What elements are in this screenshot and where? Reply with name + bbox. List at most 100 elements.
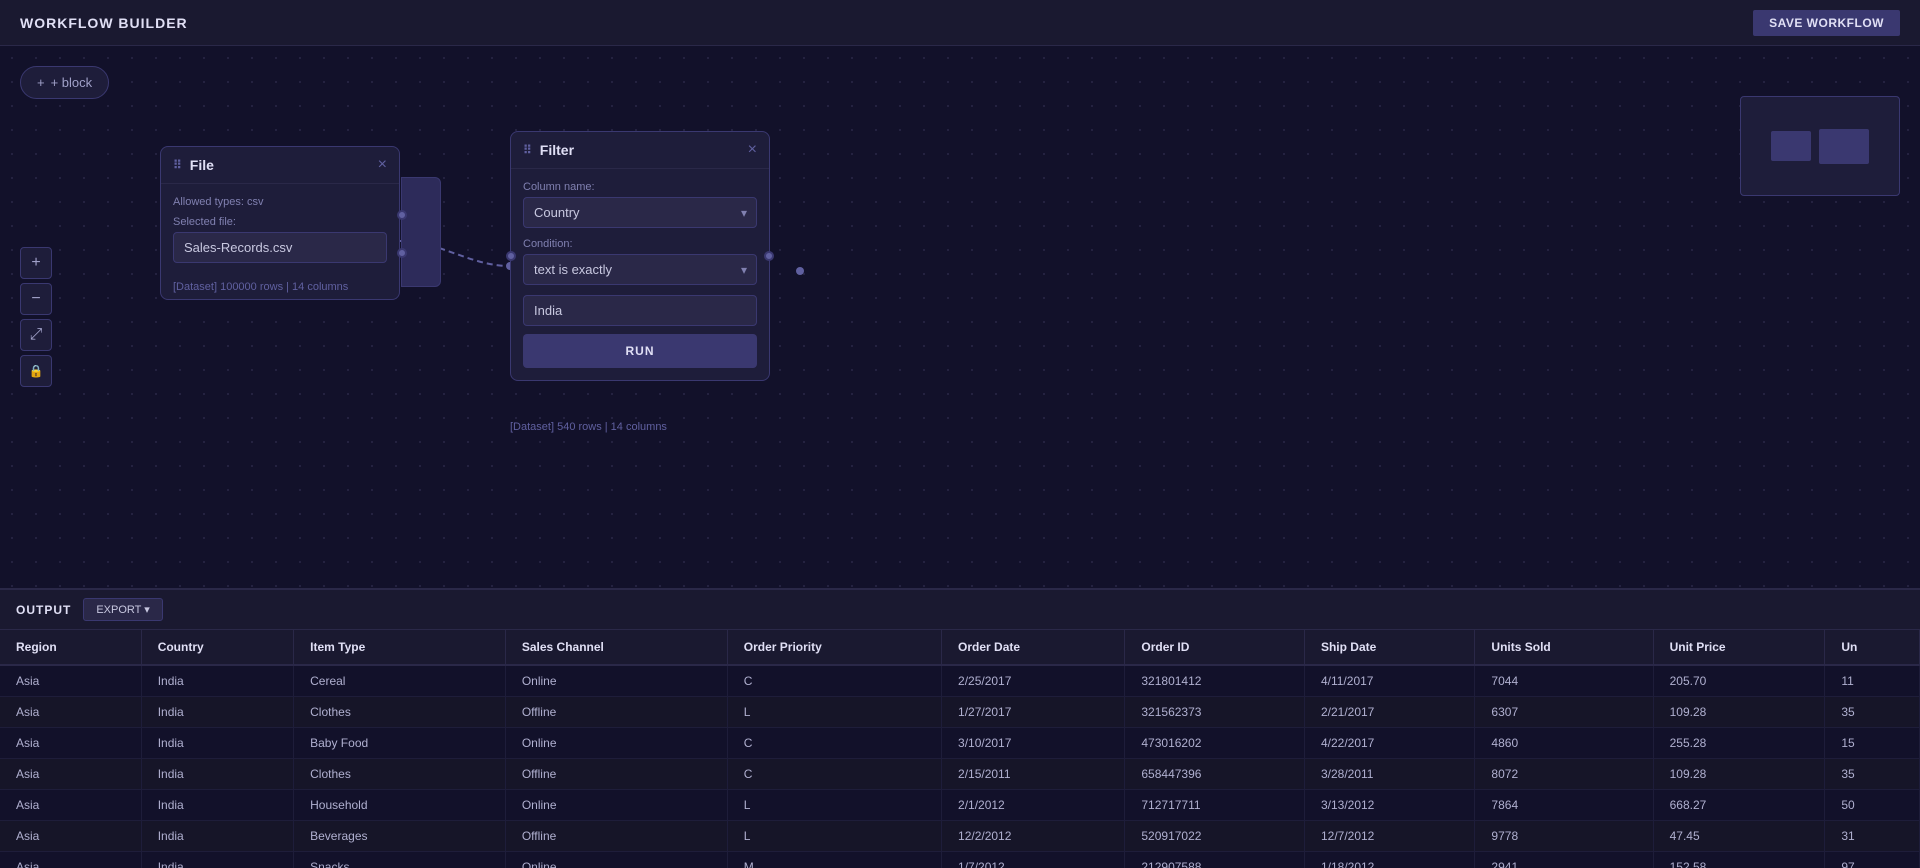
table-cell: 11 bbox=[1825, 665, 1920, 697]
run-button[interactable]: RUN bbox=[523, 334, 757, 368]
table-cell: 473016202 bbox=[1125, 728, 1305, 759]
table-header-cell: Order Date bbox=[942, 630, 1125, 665]
table-cell: Cereal bbox=[294, 665, 506, 697]
table-cell: 97 bbox=[1825, 852, 1920, 868]
table-row: AsiaIndiaClothesOfflineL1/27/20173215623… bbox=[0, 697, 1920, 728]
table-header-cell: Country bbox=[141, 630, 293, 665]
table-cell: 3/10/2017 bbox=[942, 728, 1125, 759]
table-row: AsiaIndiaBeveragesOfflineL12/2/201252091… bbox=[0, 821, 1920, 852]
table-cell: 212907588 bbox=[1125, 852, 1305, 868]
table-header-cell: Region bbox=[0, 630, 141, 665]
add-block-label: + block bbox=[51, 75, 93, 90]
filter-dataset-info: [Dataset] 540 rows | 14 columns bbox=[510, 421, 667, 433]
file-dataset-info: [Dataset] 100000 rows | 14 columns bbox=[173, 281, 348, 293]
table-cell: 47.45 bbox=[1653, 821, 1825, 852]
table-header-cell: Order Priority bbox=[727, 630, 941, 665]
table-cell: 9778 bbox=[1475, 821, 1653, 852]
file-allowed-types-label: Allowed types: csv bbox=[173, 196, 387, 208]
filter-column-label: Column name: bbox=[523, 181, 757, 193]
file-connector-block bbox=[401, 177, 441, 287]
table-cell: Asia bbox=[0, 852, 141, 868]
table-cell: India bbox=[141, 790, 293, 821]
zoom-controls: + − ⤢ 🔒 bbox=[20, 247, 52, 387]
table-cell: 255.28 bbox=[1653, 728, 1825, 759]
table-cell: India bbox=[141, 821, 293, 852]
data-table: RegionCountryItem TypeSales ChannelOrder… bbox=[0, 630, 1920, 868]
file-port-out-top bbox=[397, 210, 407, 220]
table-cell: Offline bbox=[505, 759, 727, 790]
filter-value-input[interactable] bbox=[523, 295, 757, 326]
minimap-file-block bbox=[1771, 131, 1811, 161]
drag-handle-icon: ⠿ bbox=[173, 158, 182, 172]
table-cell: Household bbox=[294, 790, 506, 821]
table-cell: 2/25/2017 bbox=[942, 665, 1125, 697]
canvas-area: + + block + − ⤢ 🔒 ⠿ File × Allowed types… bbox=[0, 46, 1920, 588]
file-selected-label: Selected file: bbox=[173, 216, 387, 228]
table-cell: 50 bbox=[1825, 790, 1920, 821]
table-cell: Clothes bbox=[294, 697, 506, 728]
table-cell: 4/22/2017 bbox=[1304, 728, 1474, 759]
export-label: EXPORT ▾ bbox=[96, 603, 149, 616]
table-cell: 35 bbox=[1825, 759, 1920, 790]
file-port-out-bottom bbox=[397, 248, 407, 258]
zoom-fit-button[interactable]: ⤢ bbox=[20, 319, 52, 351]
table-header-cell: Un bbox=[1825, 630, 1920, 665]
app-title: WORKFLOW BUILDER bbox=[20, 15, 188, 31]
table-cell: 1/27/2017 bbox=[942, 697, 1125, 728]
table-cell: Snacks bbox=[294, 852, 506, 868]
table-cell: L bbox=[727, 821, 941, 852]
table-cell: 7864 bbox=[1475, 790, 1653, 821]
table-header-cell: Ship Date bbox=[1304, 630, 1474, 665]
filter-node-close-button[interactable]: × bbox=[748, 142, 757, 158]
table-cell: Asia bbox=[0, 759, 141, 790]
filter-condition-label: Condition: bbox=[523, 238, 757, 250]
filter-column-select-wrapper: Country Region Item Type ▾ bbox=[523, 197, 757, 228]
table-cell: C bbox=[727, 665, 941, 697]
table-cell: 205.70 bbox=[1653, 665, 1825, 697]
table-cell: Asia bbox=[0, 821, 141, 852]
filter-condition-select-wrapper: text is exactly text contains text start… bbox=[523, 254, 757, 285]
table-cell: Online bbox=[505, 728, 727, 759]
zoom-lock-button[interactable]: 🔒 bbox=[20, 355, 52, 387]
table-row: AsiaIndiaClothesOfflineC2/15/20116584473… bbox=[0, 759, 1920, 790]
table-cell: 109.28 bbox=[1653, 697, 1825, 728]
table-cell: 12/2/2012 bbox=[942, 821, 1125, 852]
save-workflow-button[interactable]: SAVE WORKFLOW bbox=[1753, 10, 1900, 36]
data-table-wrapper[interactable]: RegionCountryItem TypeSales ChannelOrder… bbox=[0, 630, 1920, 868]
zoom-in-button[interactable]: + bbox=[20, 247, 52, 279]
plus-icon: + bbox=[37, 75, 45, 90]
table-cell: 4/11/2017 bbox=[1304, 665, 1474, 697]
filter-node-body: Column name: Country Region Item Type ▾ … bbox=[511, 169, 769, 380]
file-node-footer: [Dataset] 100000 rows | 14 columns bbox=[161, 275, 399, 299]
table-cell: India bbox=[141, 697, 293, 728]
output-label: OUTPUT bbox=[16, 603, 71, 617]
filter-column-select[interactable]: Country Region Item Type bbox=[523, 197, 757, 228]
table-body: AsiaIndiaCerealOnlineC2/25/2017321801412… bbox=[0, 665, 1920, 868]
table-cell: Online bbox=[505, 665, 727, 697]
table-cell: Beverages bbox=[294, 821, 506, 852]
file-selected-input[interactable] bbox=[173, 232, 387, 263]
table-cell: 109.28 bbox=[1653, 759, 1825, 790]
filter-node: ⠿ Filter × Column name: Country Region I… bbox=[510, 131, 770, 381]
table-row: AsiaIndiaSnacksOnlineM1/7/20122129075881… bbox=[0, 852, 1920, 868]
table-cell: 12/7/2012 bbox=[1304, 821, 1474, 852]
table-header-row: RegionCountryItem TypeSales ChannelOrder… bbox=[0, 630, 1920, 665]
filter-drag-handle-icon: ⠿ bbox=[523, 143, 532, 157]
add-block-button[interactable]: + + block bbox=[20, 66, 109, 99]
table-header-cell: Unit Price bbox=[1653, 630, 1825, 665]
table-cell: 1/18/2012 bbox=[1304, 852, 1474, 868]
file-node-close-button[interactable]: × bbox=[378, 157, 387, 173]
table-header-cell: Item Type bbox=[294, 630, 506, 665]
export-button[interactable]: EXPORT ▾ bbox=[83, 598, 162, 621]
table-cell: 35 bbox=[1825, 697, 1920, 728]
filter-condition-select[interactable]: text is exactly text contains text start… bbox=[523, 254, 757, 285]
output-toolbar: OUTPUT EXPORT ▾ bbox=[0, 590, 1920, 630]
table-cell: 31 bbox=[1825, 821, 1920, 852]
table-cell: India bbox=[141, 665, 293, 697]
minimap bbox=[1740, 96, 1900, 196]
table-cell: Online bbox=[505, 852, 727, 868]
table-cell: Asia bbox=[0, 697, 141, 728]
zoom-out-button[interactable]: − bbox=[20, 283, 52, 315]
table-cell: 2941 bbox=[1475, 852, 1653, 868]
table-cell: India bbox=[141, 759, 293, 790]
